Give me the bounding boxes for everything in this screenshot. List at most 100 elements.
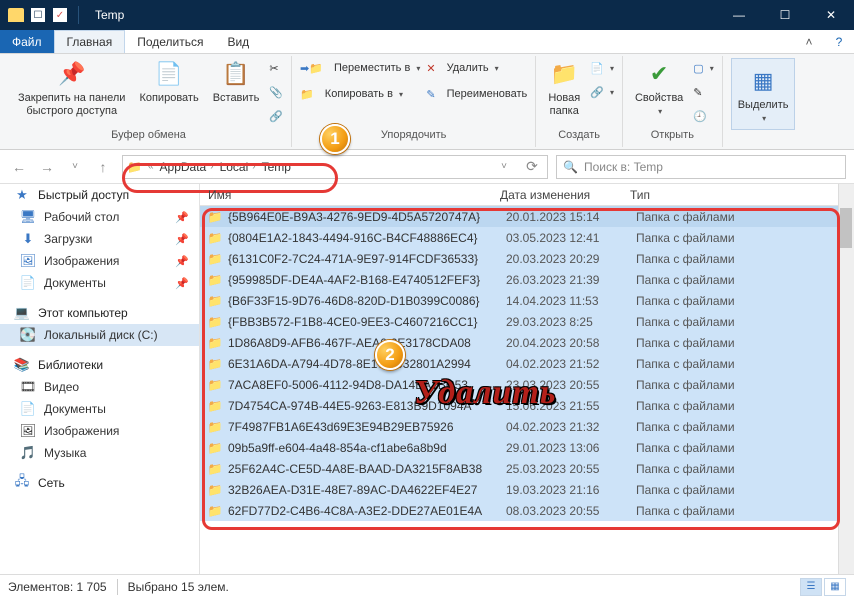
new-folder-button[interactable]: 📁 Новая папка [544, 58, 584, 117]
table-row[interactable]: 📁{5B964E0E-B9A3-4276-9ED9-4D5A5720747A}2… [200, 206, 854, 227]
music-icon: 🎵 [20, 445, 36, 461]
menu-bar: Файл Главная Поделиться Вид ˄ ? [0, 30, 854, 54]
file-date: 03.05.2023 12:41 [506, 231, 636, 245]
file-type: Папка с файлами [636, 378, 854, 392]
tab-share[interactable]: Поделиться [125, 30, 215, 53]
sidebar-item-pictures-lib[interactable]: 🖼Изображения [0, 420, 199, 442]
group-clipboard-label: Буфер обмена [14, 129, 283, 145]
group-create-label: Создать [544, 129, 614, 145]
pictures-icon: 🖼 [20, 253, 36, 269]
maximize-button[interactable]: ☐ [762, 0, 808, 30]
table-row[interactable]: 📁{B6F33F15-9D76-46D8-820D-D1B0399C0086}1… [200, 290, 854, 311]
table-row[interactable]: 📁{6131C0F2-7C24-471A-9E97-914FCDF36533}2… [200, 248, 854, 269]
move-to-button[interactable]: ➡📁 Переместить в▾ [300, 58, 420, 78]
view-details-button[interactable]: ☰ [800, 578, 822, 596]
nav-forward-button[interactable]: → [36, 156, 58, 178]
table-row[interactable]: 📁25F62A4C-CE5D-4A8E-BAAD-DA3215F8AB3825.… [200, 458, 854, 479]
addr-dropdown-button[interactable]: ˅ [493, 156, 515, 178]
nav-recent-button[interactable]: ˅ [64, 156, 86, 178]
sidebar-quick-access[interactable]: ★Быстрый доступ [0, 184, 199, 206]
nav-back-button[interactable]: ← [8, 156, 30, 178]
file-date: 19.03.2023 21:16 [506, 483, 636, 497]
vertical-scrollbar[interactable] [838, 184, 854, 574]
history-icon: 🕘 [693, 110, 707, 123]
address-bar[interactable]: 📁 « AppData› Local› Temp ˅ ⟳ [122, 155, 548, 179]
file-name: {0804E1A2-1843-4494-916C-B4CF48886EC4} [224, 231, 506, 245]
pin-icon: 📌 [56, 58, 88, 90]
select-button[interactable]: ▦ Выделить ▾ [731, 58, 796, 130]
paste-shortcut-button[interactable]: 🔗 [269, 106, 283, 126]
copy-path-button[interactable]: 📎 [269, 82, 283, 102]
qat-save-icon[interactable]: ☐ [30, 7, 46, 23]
folder-icon: 📁 [206, 273, 224, 287]
copy-path-icon: 📎 [269, 86, 283, 99]
file-date: 04.02.2023 21:52 [506, 357, 636, 371]
search-input[interactable]: 🔍 Поиск в: Temp [556, 155, 846, 179]
documents-icon: 📄 [20, 401, 36, 417]
tab-main[interactable]: Главная [54, 30, 126, 53]
table-row[interactable]: 📁1D86A8D9-AFB6-467F-AEA6-2E3178CDA0820.0… [200, 332, 854, 353]
paste-icon: 📋 [220, 58, 252, 90]
paste-button[interactable]: 📋 Вставить [209, 58, 264, 105]
table-row[interactable]: 📁{959985DF-DE4A-4AF2-B168-E4740512FEF3}2… [200, 269, 854, 290]
scrollbar-thumb[interactable] [840, 208, 852, 248]
help-button[interactable]: ? [824, 30, 854, 53]
cut-icon: ✂ [269, 62, 278, 75]
table-row[interactable]: 📁{FBB3B572-F1B8-4CE0-9EE3-C4607216CC1}29… [200, 311, 854, 332]
col-type[interactable]: Тип [630, 188, 854, 202]
tab-file[interactable]: Файл [0, 30, 54, 53]
pin-icon: 📌 [175, 233, 189, 246]
sidebar-this-pc[interactable]: 💻Этот компьютер [0, 302, 199, 324]
file-date: 08.03.2023 20:55 [506, 504, 636, 518]
col-name[interactable]: Имя [200, 188, 500, 202]
close-button[interactable]: ✕ [808, 0, 854, 30]
sidebar-network[interactable]: 🖧Сеть [0, 472, 199, 494]
table-row[interactable]: 📁09b5a9ff-e604-4a48-854a-cf1abe6a8b9d29.… [200, 437, 854, 458]
table-row[interactable]: 📁32B26AEA-D31E-48E7-89AC-DA4622EF4E2719.… [200, 479, 854, 500]
open-button[interactable]: ▢▾ [693, 58, 713, 78]
sidebar-item-videos[interactable]: 🎞Видео [0, 376, 199, 398]
col-date[interactable]: Дата изменения [500, 188, 630, 202]
sidebar-item-desktop[interactable]: 🖥Рабочий стол📌 [0, 206, 199, 228]
refresh-button[interactable]: ⟳ [521, 156, 543, 178]
history-button[interactable]: 🕘 [693, 106, 713, 126]
nav-up-button[interactable]: ↑ [92, 156, 114, 178]
view-large-icons-button[interactable]: ▦ [824, 578, 846, 596]
qat-check-icon[interactable]: ✓ [52, 7, 68, 23]
edit-button[interactable]: ✎ [693, 82, 713, 102]
file-type: Папка с файлами [636, 273, 854, 287]
delete-button[interactable]: ✕ Удалить▾ [426, 58, 527, 78]
sidebar-item-documents-lib[interactable]: 📄Документы [0, 398, 199, 420]
properties-button[interactable]: ✔ Свойства ▾ [631, 58, 687, 116]
pin-quick-access-button[interactable]: 📌 Закрепить на панели быстрого доступа [14, 58, 129, 117]
table-row[interactable]: 📁6E31A6DA-A794-4D78-8E17-A032801A299404.… [200, 353, 854, 374]
table-row[interactable]: 📁{0804E1A2-1843-4494-916C-B4CF48886EC4}0… [200, 227, 854, 248]
copy-to-button[interactable]: 📁 Копировать в▾ [300, 84, 420, 104]
ribbon-collapse-button[interactable]: ˄ [794, 30, 824, 53]
copy-button[interactable]: 📄 Копировать [135, 58, 202, 105]
sidebar-item-pictures[interactable]: 🖼Изображения📌 [0, 250, 199, 272]
sidebar-item-downloads[interactable]: ⬇Загрузки📌 [0, 228, 199, 250]
breadcrumb[interactable]: AppData› [160, 160, 216, 174]
minimize-button[interactable]: — [716, 0, 762, 30]
breadcrumb[interactable]: Temp [262, 160, 291, 174]
annotation-badge-2: 2 [375, 340, 405, 370]
table-row[interactable]: 📁62FD77D2-C4B6-4C8A-A3E2-DDE27AE01E4A08.… [200, 500, 854, 521]
sidebar-libraries[interactable]: 📚Библиотеки [0, 354, 199, 376]
table-row[interactable]: 📁7F4987FB1A6E43d69E3E94B29EB7592604.02.2… [200, 416, 854, 437]
rename-button[interactable]: ✎ Переименовать [426, 84, 527, 104]
new-folder-icon: 📁 [548, 58, 580, 90]
copy-icon: 📄 [153, 58, 185, 90]
sidebar-item-local-disk-c[interactable]: 💽Локальный диск (C:) [0, 324, 199, 346]
column-headers[interactable]: Имя Дата изменения Тип [200, 184, 854, 206]
cut-button[interactable]: ✂ [269, 58, 283, 78]
breadcrumb[interactable]: Local› [220, 160, 258, 174]
pin-icon: 📌 [175, 277, 189, 290]
sidebar-item-documents[interactable]: 📄Документы📌 [0, 272, 199, 294]
sidebar-item-music[interactable]: 🎵Музыка [0, 442, 199, 464]
address-bar-row: ← → ˅ ↑ 📁 « AppData› Local› Temp ˅ ⟳ 🔍 П… [0, 150, 854, 184]
tab-view[interactable]: Вид [215, 30, 261, 53]
chevron-down-icon: ▾ [762, 114, 766, 123]
new-item-button[interactable]: 📄▾ [590, 58, 614, 78]
easy-access-button[interactable]: 🔗▾ [590, 82, 614, 102]
